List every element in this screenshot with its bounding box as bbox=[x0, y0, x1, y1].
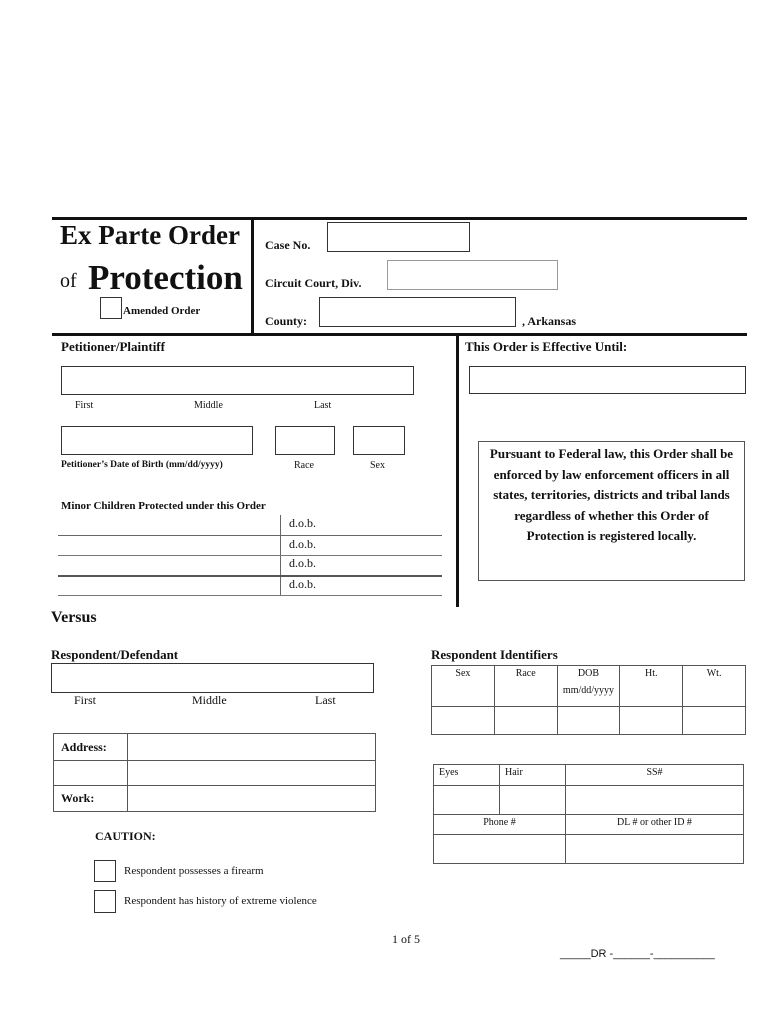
respondent-last-label: Last bbox=[315, 693, 336, 707]
id-ssn-field[interactable] bbox=[565, 785, 744, 815]
petitioner-dob-field[interactable] bbox=[61, 426, 253, 455]
id-wt-field[interactable] bbox=[682, 706, 746, 735]
id-dob-field[interactable] bbox=[556, 706, 621, 735]
work-field[interactable] bbox=[127, 785, 376, 812]
id-dob-label: DOB bbox=[577, 668, 600, 679]
id-eyes-header: Eyes bbox=[433, 764, 500, 786]
respondent-middle-label: Middle bbox=[192, 693, 227, 707]
address-label-blank bbox=[53, 760, 128, 786]
address-label: Address: bbox=[53, 733, 128, 761]
respondent-heading: Respondent/Defendant bbox=[51, 647, 179, 662]
firearm-label: Respondent possesses a firearm bbox=[124, 865, 264, 877]
petitioner-middle-label: Middle bbox=[194, 400, 223, 411]
caution-heading: CAUTION: bbox=[95, 829, 156, 843]
row-divider bbox=[58, 555, 442, 556]
minor-child-dob-label: d.o.b. bbox=[289, 577, 316, 591]
petitioner-heading: Petitioner/Plaintiff bbox=[61, 339, 165, 354]
id-race-header: Race bbox=[493, 665, 558, 707]
violence-checkbox[interactable] bbox=[94, 890, 116, 913]
case-no-label: Case No. bbox=[265, 238, 311, 252]
id-dl-field[interactable] bbox=[565, 834, 744, 864]
id-phone-field[interactable] bbox=[433, 834, 566, 864]
county-field[interactable] bbox=[319, 297, 516, 327]
petitioner-last-label: Last bbox=[314, 400, 332, 411]
id-hair-field[interactable] bbox=[499, 785, 566, 815]
petitioner-sex-field[interactable] bbox=[353, 426, 405, 455]
federal-notice-text: Pursuant to Federal law, this Order shal… bbox=[489, 446, 734, 543]
id-race-field[interactable] bbox=[493, 706, 558, 735]
petitioner-sex-label: Sex bbox=[370, 460, 385, 471]
petitioner-first-label: First bbox=[75, 400, 94, 411]
respondent-first-label: First bbox=[74, 693, 97, 707]
title-line1: Ex Parte Order bbox=[60, 220, 240, 250]
section-divider bbox=[456, 335, 459, 607]
firearm-checkbox[interactable] bbox=[94, 860, 116, 882]
violence-label: Respondent has history of extreme violen… bbox=[124, 895, 317, 907]
respondent-name-field[interactable] bbox=[51, 663, 374, 693]
id-wt-header: Wt. bbox=[682, 665, 746, 707]
minor-child-dob-label: d.o.b. bbox=[289, 556, 316, 570]
id-hair-header: Hair bbox=[499, 764, 566, 786]
header-bottom-rule bbox=[52, 333, 747, 336]
row-divider bbox=[58, 575, 442, 577]
state-suffix: , Arkansas bbox=[522, 314, 577, 328]
id-ssn-header: SS# bbox=[565, 764, 744, 786]
id-dob-header: DOB mm/dd/yyyy bbox=[556, 665, 621, 707]
respondent-address-table: Address: Work: bbox=[53, 733, 376, 812]
identifiers-table-2: Eyes Hair SS# Phone # DL # or other ID # bbox=[433, 764, 744, 864]
amended-order-checkbox[interactable] bbox=[100, 297, 122, 319]
petitioner-name-field[interactable] bbox=[61, 366, 414, 395]
minor-child-dob-label: d.o.b. bbox=[289, 537, 316, 551]
title-of: of bbox=[60, 270, 77, 292]
circuit-court-label: Circuit Court, Div. bbox=[265, 276, 362, 290]
amended-order-label: Amended Order bbox=[123, 305, 201, 317]
id-phone-header: Phone # bbox=[433, 814, 566, 835]
petitioner-race-field[interactable] bbox=[275, 426, 335, 455]
county-label: County: bbox=[265, 314, 308, 328]
work-label: Work: bbox=[53, 785, 128, 812]
page-number: 1 of 5 bbox=[392, 932, 420, 946]
circuit-court-div-field[interactable] bbox=[387, 260, 558, 290]
identifiers-heading: Respondent Identifiers bbox=[431, 647, 558, 662]
case-no-field[interactable] bbox=[327, 222, 470, 252]
petitioner-race-label: Race bbox=[294, 460, 314, 471]
header-divider bbox=[251, 219, 254, 334]
minor-children-heading: Minor Children Protected under this Orde… bbox=[61, 500, 266, 512]
petitioner-dob-label: Petitioner’s Date of Birth (mm/dd/yyyy) bbox=[61, 460, 223, 470]
minor-child-dob-label: d.o.b. bbox=[289, 516, 316, 530]
row-divider bbox=[58, 595, 442, 596]
id-eyes-field[interactable] bbox=[433, 785, 500, 815]
title-line2: Protection bbox=[88, 258, 243, 297]
id-dob-format: mm/dd/yyyy bbox=[562, 685, 615, 696]
versus-heading: Versus bbox=[51, 609, 97, 626]
address-line2-field[interactable] bbox=[127, 760, 376, 786]
id-dl-header: DL # or other ID # bbox=[565, 814, 744, 835]
id-sex-header: Sex bbox=[431, 665, 495, 707]
address-line1-field[interactable] bbox=[127, 733, 376, 761]
effective-until-heading: This Order is Effective Until: bbox=[465, 339, 628, 354]
id-ht-field[interactable] bbox=[619, 706, 684, 735]
effective-until-field[interactable] bbox=[469, 366, 746, 394]
identifiers-table-1: Sex Race DOB mm/dd/yyyy Ht. Wt. bbox=[431, 665, 746, 735]
federal-notice-box: Pursuant to Federal law, this Order shal… bbox=[478, 441, 745, 581]
id-ht-header: Ht. bbox=[619, 665, 684, 707]
dr-number: _____DR -______-__________ bbox=[560, 948, 715, 960]
id-sex-field[interactable] bbox=[431, 706, 495, 735]
row-divider bbox=[58, 535, 442, 536]
